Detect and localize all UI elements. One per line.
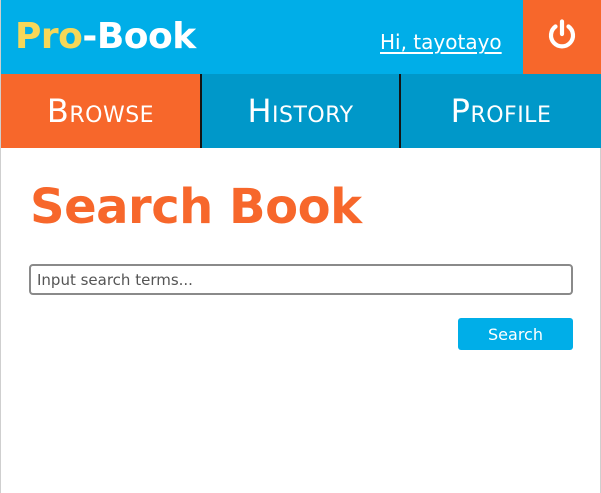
logo-book-text: -Book — [82, 16, 196, 57]
app-logo[interactable]: Pro-Book — [15, 14, 196, 60]
search-input[interactable] — [29, 264, 573, 295]
main-nav: Browse History Profile — [1, 74, 601, 148]
logo-pro-text: Pro — [15, 16, 83, 57]
page-title: Search Book — [30, 179, 362, 235]
search-button[interactable]: Search — [458, 318, 573, 350]
app-window: Pro-Book Hi, tayotayo Browse History Pro… — [0, 0, 601, 493]
user-greeting-link[interactable]: Hi, tayotayo — [380, 29, 502, 55]
power-icon — [544, 17, 580, 57]
tab-browse[interactable]: Browse — [1, 74, 200, 148]
logout-button[interactable] — [523, 0, 601, 74]
tab-profile[interactable]: Profile — [399, 74, 601, 148]
tab-history[interactable]: History — [200, 74, 399, 148]
header-bar: Pro-Book Hi, tayotayo — [1, 0, 601, 74]
